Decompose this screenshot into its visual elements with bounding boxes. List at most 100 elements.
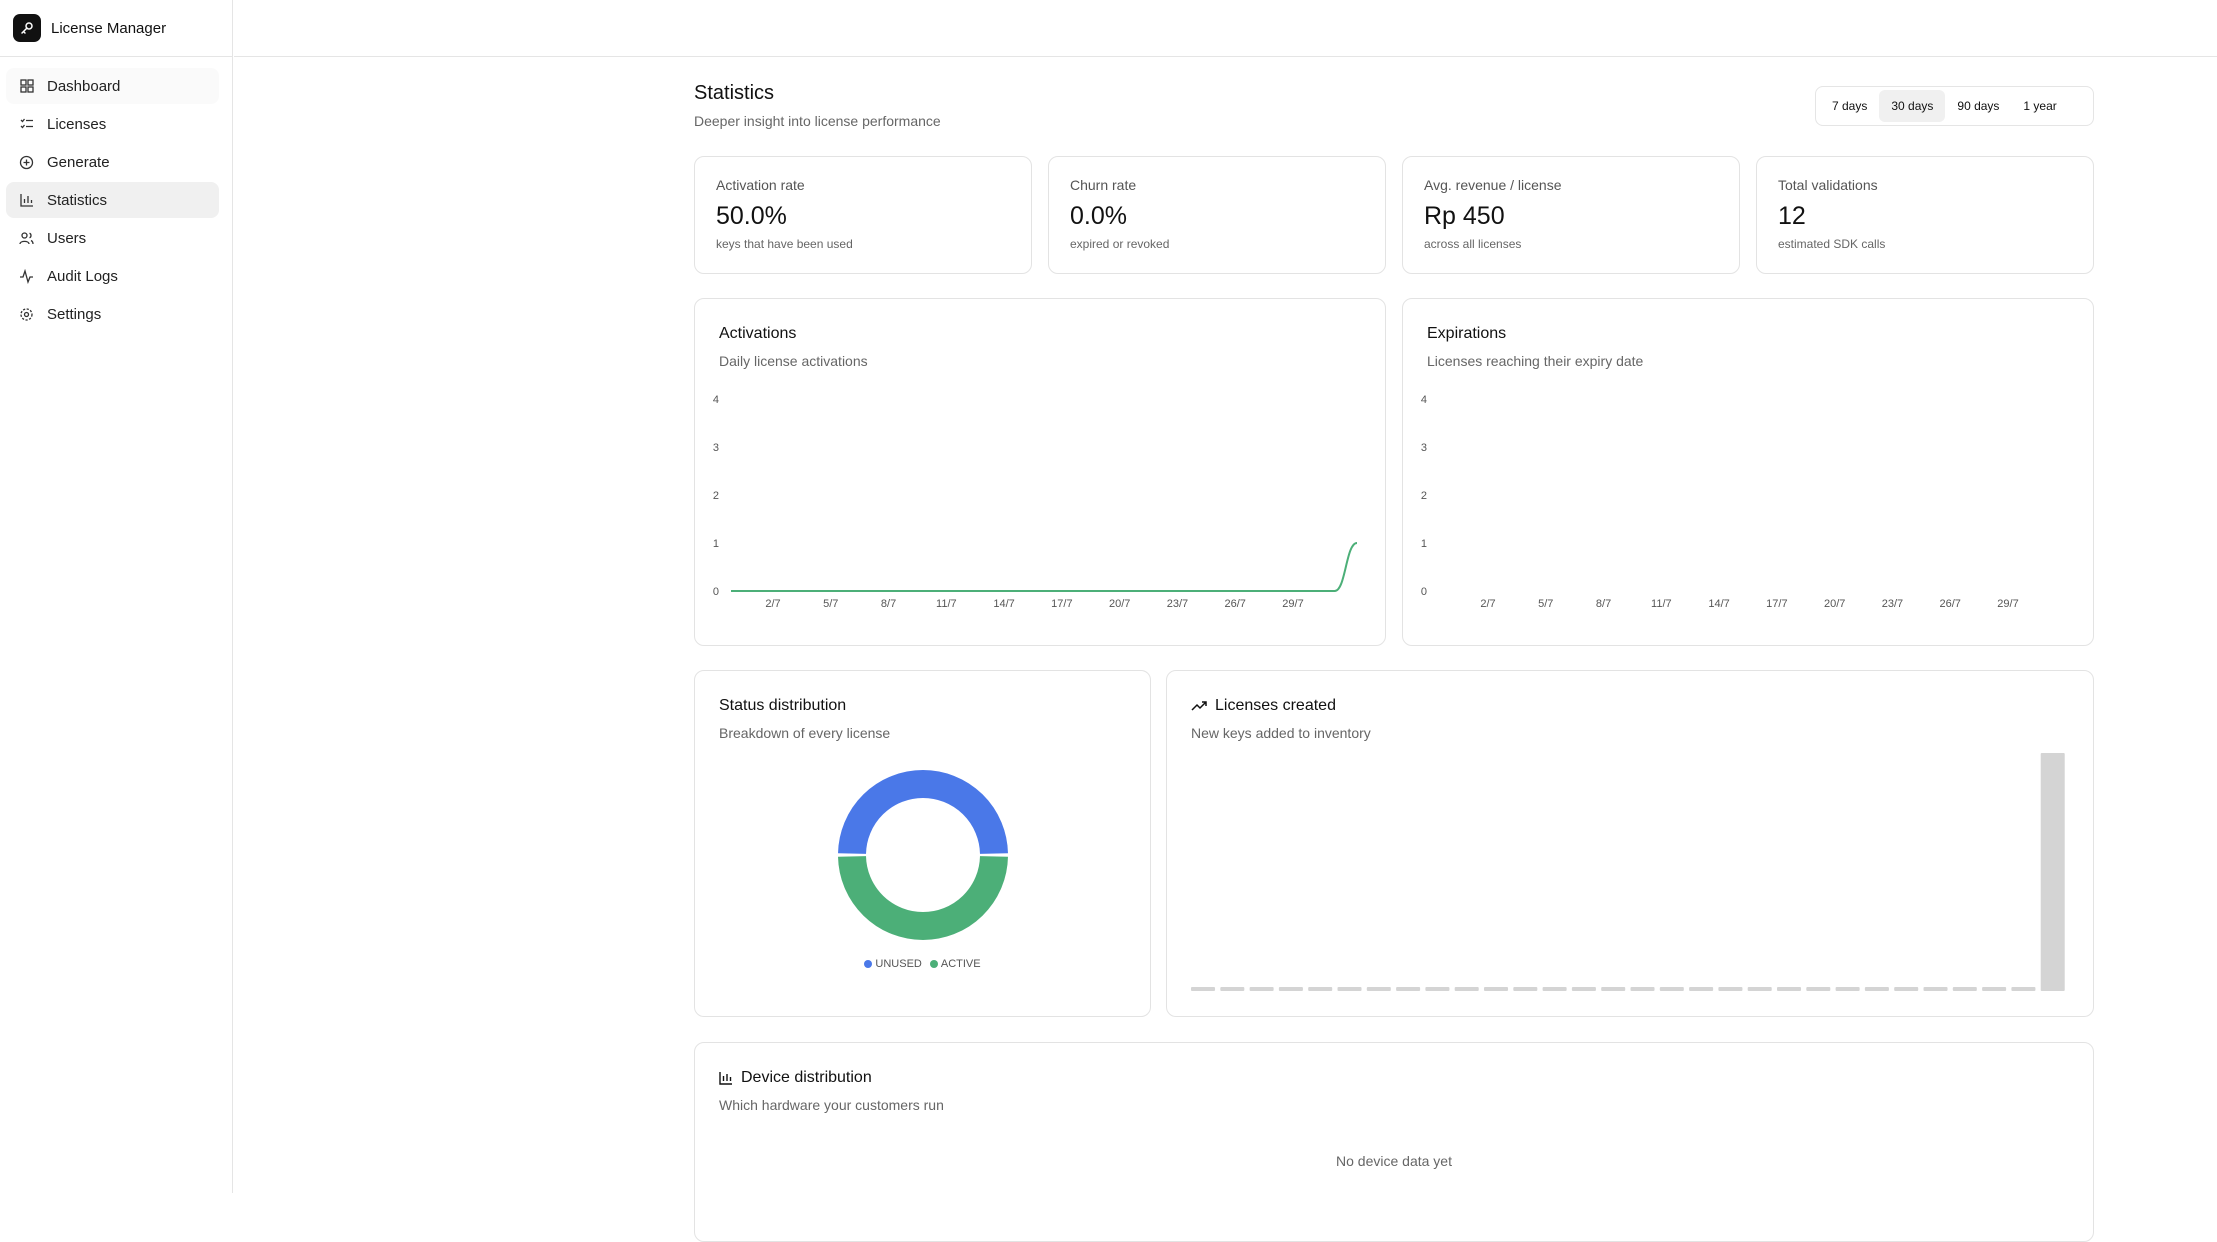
licenses-created-bar (1454, 987, 1479, 991)
licenses-created-bar (1777, 987, 1802, 991)
key-icon (13, 14, 41, 42)
status-distribution-card: Status distribution Breakdown of every l… (694, 670, 1151, 1017)
status-legend: UNUSED ACTIVE (695, 958, 1150, 970)
brand[interactable]: License Manager (0, 0, 232, 57)
bar-chart-icon (18, 192, 35, 209)
range-30-days-button[interactable]: 30 days (1879, 90, 1946, 122)
licenses-created-bar (1923, 987, 1948, 991)
stat-card-total-validations: Total validations 12 estimated SDK calls (1756, 156, 2094, 274)
bar-chart-icon (719, 1071, 733, 1085)
sidebar-item-label: Users (47, 229, 87, 247)
sidebar-item-label: Statistics (47, 191, 108, 209)
stat-caption: across all licenses (1424, 237, 1522, 251)
top-bar (234, 0, 2217, 57)
x-tick-label: 14/7 (1708, 598, 1729, 610)
legend-item-unused: UNUSED (864, 958, 922, 970)
stat-value: 0.0% (1070, 202, 1127, 230)
sidebar-item-label: Licenses (47, 115, 107, 133)
sidebar-item-label: Generate (47, 153, 110, 171)
app-title: License Manager (51, 19, 167, 37)
stat-label: Churn rate (1070, 177, 1137, 193)
stat-label: Activation rate (716, 177, 805, 193)
date-range-selector: 7 days 30 days 90 days 1 year (1815, 86, 2094, 126)
expirations-card: Expirations Licenses reaching their expi… (1402, 298, 2094, 646)
legend-swatch (864, 960, 873, 968)
licenses-created-bar (1864, 987, 1889, 991)
range-1-year-button[interactable]: 1 year (2011, 90, 2068, 122)
grid-icon (18, 78, 35, 95)
y-tick-label: 2 (713, 490, 719, 502)
sidebar-item-dashboard[interactable]: Dashboard (6, 68, 219, 104)
licenses-created-bar (1571, 987, 1596, 991)
x-tick-label: 2/7 (1480, 598, 1495, 610)
range-90-days-button[interactable]: 90 days (1945, 90, 2011, 122)
licenses-created-bar (1894, 987, 1919, 991)
x-tick-label: 20/7 (1824, 598, 1845, 610)
stat-card-avg-revenue: Avg. revenue / license Rp 450 across all… (1402, 156, 1740, 274)
y-tick-label: 1 (713, 538, 719, 550)
licenses-created-bar (1659, 987, 1684, 991)
x-tick-label: 29/7 (1997, 598, 2018, 610)
legend-swatch (929, 960, 938, 968)
stat-caption: keys that have been used (716, 237, 853, 251)
licenses-created-bar (1366, 987, 1391, 991)
sidebar-item-users[interactable]: Users (6, 220, 219, 256)
licenses-created-bar (1689, 987, 1714, 991)
stat-value: 12 (1778, 202, 1806, 230)
activations-chart: 0 1 2 3 4 2/7 5/7 8/7 11/7 14/7 17/7 20/7 23/7 26/7 29… (713, 394, 1358, 610)
licenses-created-card: Licenses created New keys added to inven… (1166, 670, 2094, 1017)
licenses-created-bar (1601, 987, 1626, 991)
licenses-created-chart (1191, 753, 2065, 991)
sidebar-item-label: Dashboard (47, 77, 121, 95)
x-tick-label: 14/7 (993, 598, 1014, 610)
stat-card-activation-rate: Activation rate 50.0% keys that have bee… (694, 156, 1032, 274)
licenses-created-bar (2011, 987, 2036, 991)
x-tick-label: 8/7 (1596, 598, 1611, 610)
stat-value: Rp 450 (1424, 202, 1505, 230)
sidebar-item-generate[interactable]: Generate (6, 144, 219, 180)
page-subtitle: Deeper insight into license performance (694, 113, 941, 129)
licenses-created-bar (1278, 987, 1303, 991)
users-icon (18, 230, 35, 247)
x-tick-label: 20/7 (1109, 598, 1130, 610)
y-tick-label: 4 (713, 394, 719, 406)
licenses-created-bar (1952, 987, 1977, 991)
stat-value: 50.0% (716, 202, 787, 230)
y-tick-label: 1 (1421, 538, 1427, 550)
stat-caption: estimated SDK calls (1778, 237, 1886, 251)
sidebar-item-audit-logs[interactable]: Audit Logs (6, 258, 219, 294)
donut-slice-active (838, 855, 1008, 940)
sidebar-nav: Dashboard Licenses Generate Statistics U… (0, 57, 232, 332)
stat-label: Total validations (1778, 177, 1878, 193)
x-tick-label: 17/7 (1766, 598, 1787, 610)
y-tick-label: 3 (713, 442, 719, 454)
x-tick-label: 5/7 (823, 598, 838, 610)
gear-icon (18, 306, 35, 323)
licenses-created-bar (1191, 987, 1216, 991)
sidebar-item-settings[interactable]: Settings (6, 296, 219, 332)
x-tick-label: 26/7 (1940, 598, 1961, 610)
activations-series-line (731, 542, 1358, 592)
list-check-icon (18, 116, 35, 133)
x-tick-label: 8/7 (881, 598, 896, 610)
x-tick-label: 26/7 (1225, 598, 1246, 610)
licenses-created-bar (1513, 987, 1538, 991)
empty-state-message: No device data yet (1336, 1153, 1452, 1169)
y-tick-label: 0 (1421, 586, 1427, 598)
licenses-created-bar (1542, 987, 1567, 991)
legend-item-active: ACTIVE (929, 958, 981, 970)
sidebar-item-label: Settings (47, 305, 102, 323)
licenses-created-bar (1806, 987, 1831, 991)
legend-label: UNUSED (875, 958, 922, 970)
stat-card-churn-rate: Churn rate 0.0% expired or revoked (1048, 156, 1386, 274)
range-7-days-button[interactable]: 7 days (1820, 90, 1879, 122)
licenses-created-bar (1249, 987, 1274, 991)
activity-icon (18, 268, 35, 285)
sidebar-item-statistics[interactable]: Statistics (6, 182, 219, 218)
x-tick-label: 5/7 (1538, 598, 1553, 610)
x-tick-label: 23/7 (1167, 598, 1188, 610)
stat-caption: expired or revoked (1070, 237, 1170, 251)
x-tick-label: 11/7 (936, 598, 957, 610)
x-tick-label: 23/7 (1882, 598, 1903, 610)
sidebar-item-licenses[interactable]: Licenses (6, 106, 219, 142)
